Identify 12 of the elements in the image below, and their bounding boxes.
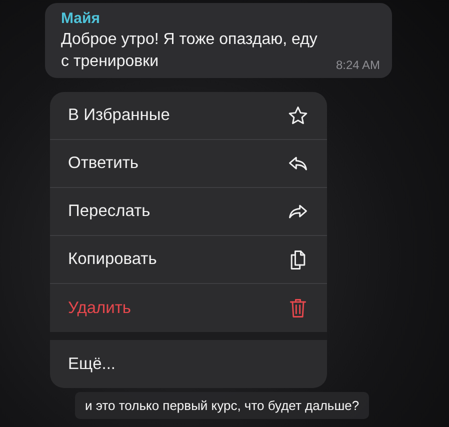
trash-icon [287, 297, 309, 319]
menu-item[interactable]: Переслать [50, 188, 327, 236]
star-icon [287, 104, 309, 126]
menu-item[interactable]: Удалить [50, 284, 327, 332]
sender-name: Майя [61, 10, 101, 27]
subtitle-caption: и это только первый курс, что будет дальше? [75, 392, 370, 419]
menu-item[interactable]: Ответить [50, 140, 327, 188]
menu-item[interactable]: Ещё... [50, 340, 327, 388]
menu-item[interactable]: В Избранные [50, 92, 327, 140]
message-text: Доброе утро! Я тоже опаздаю, еду с тренировки [61, 30, 318, 72]
menu-item[interactable]: Копировать [50, 236, 327, 284]
message-time: 8:24 AM [336, 58, 380, 72]
